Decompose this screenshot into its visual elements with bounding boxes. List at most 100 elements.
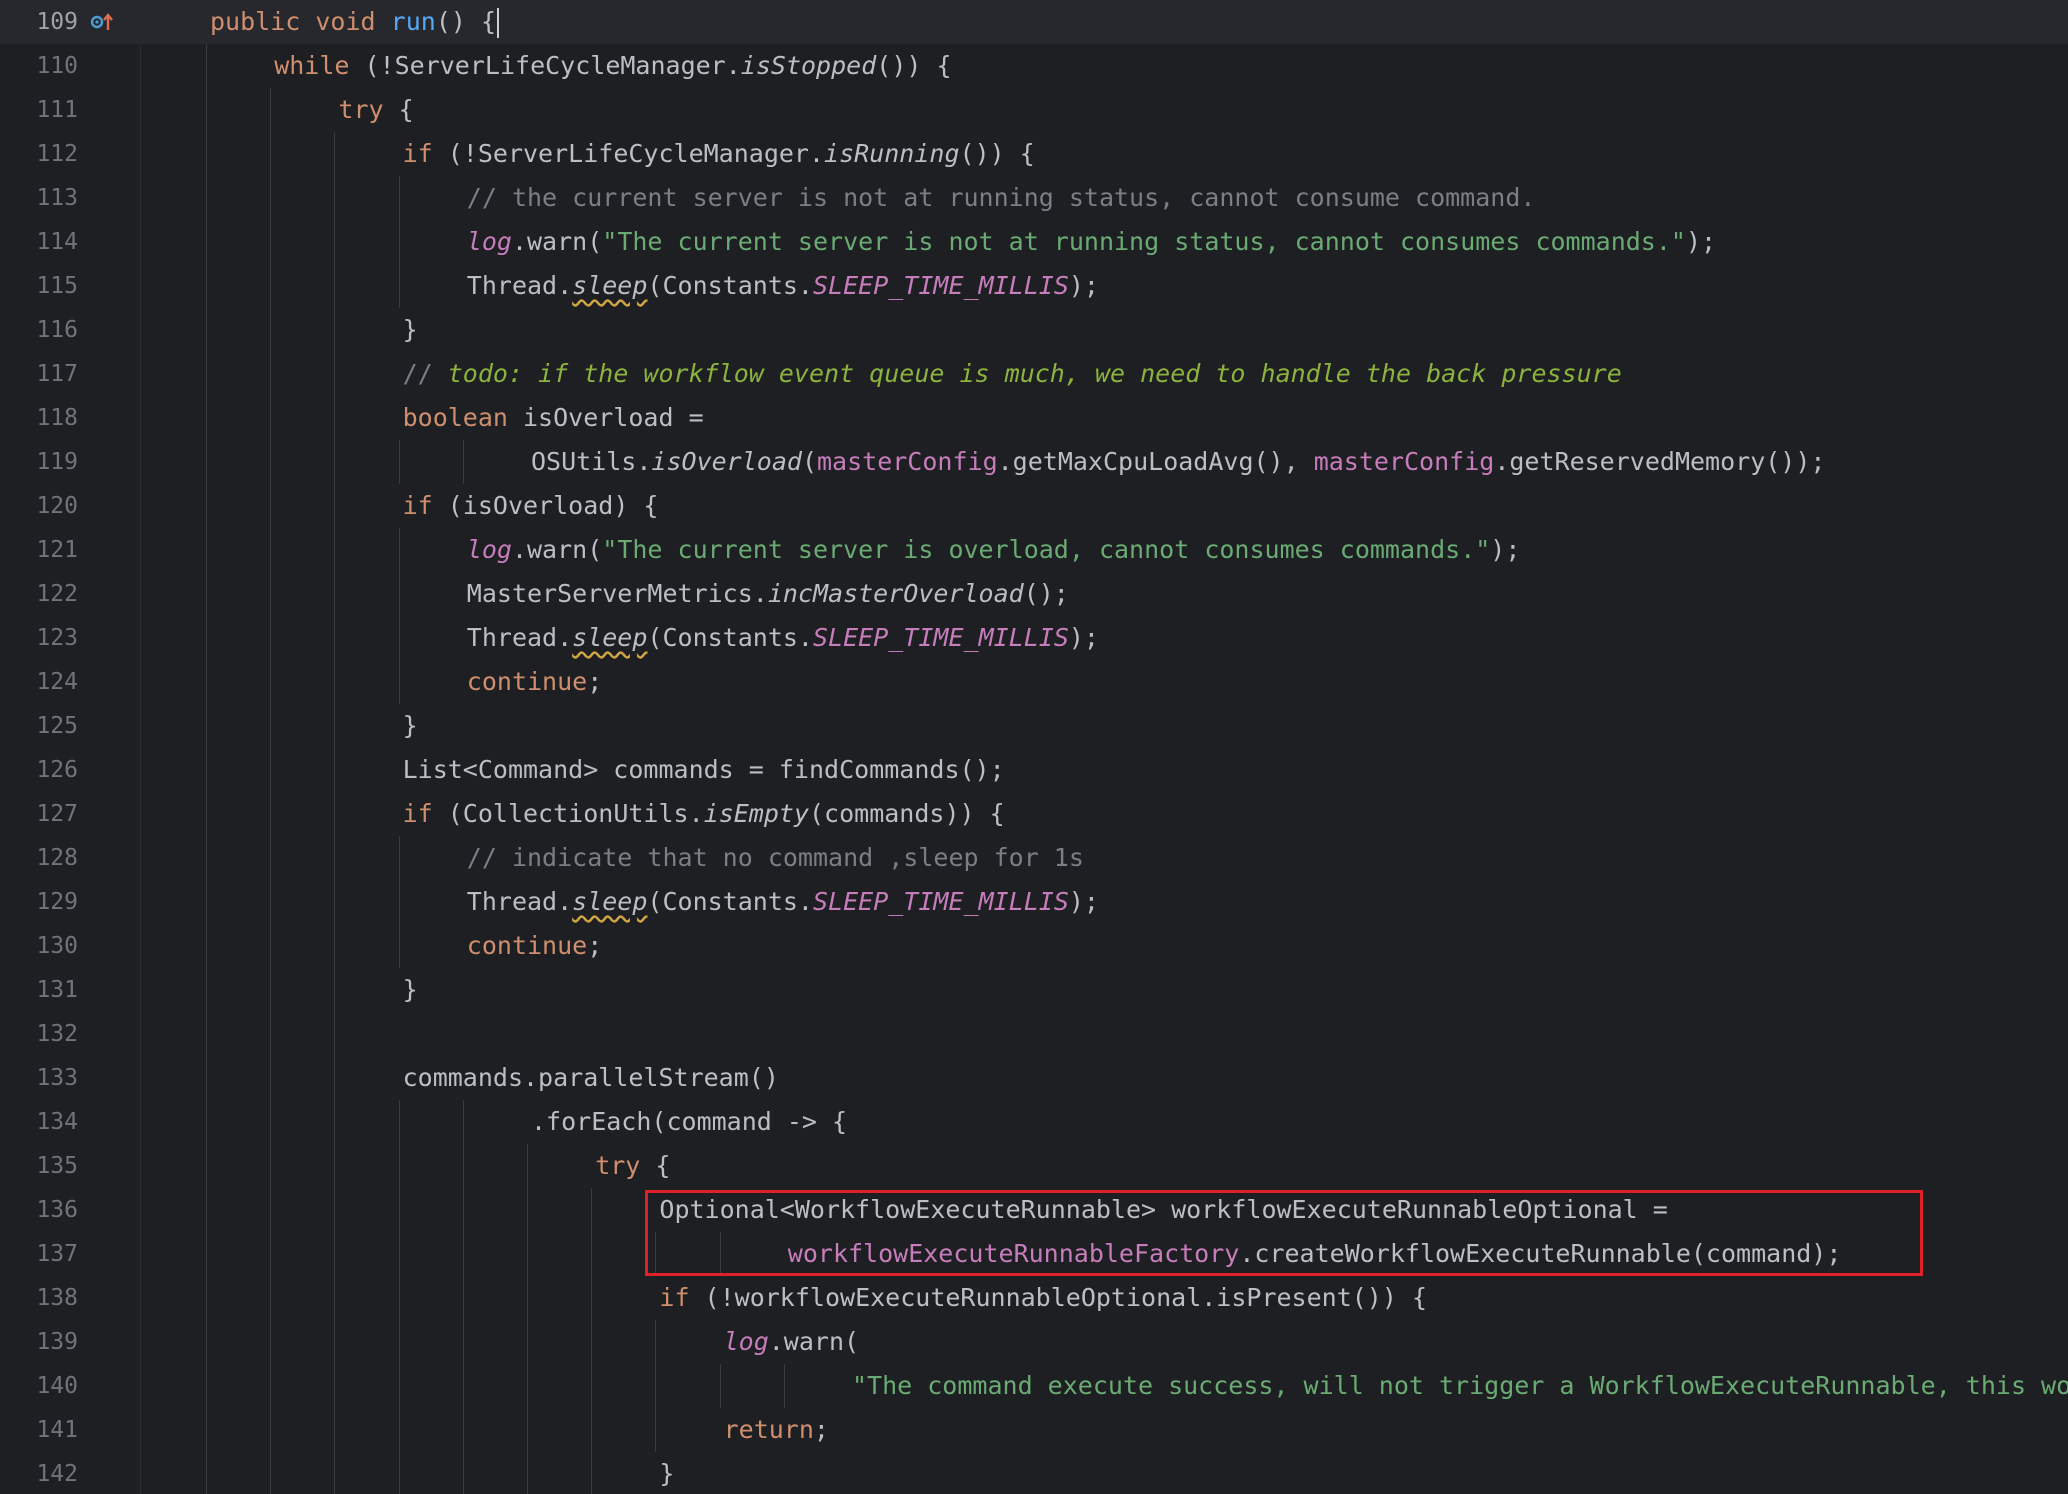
code-text[interactable]: "The command execute success, will not t… [852, 1364, 2068, 1408]
code-text[interactable]: continue; [467, 660, 602, 704]
code-text[interactable]: } [403, 308, 418, 352]
code-line[interactable]: 138 if (!workflowExecuteRunnableOptional.… [0, 1276, 2068, 1320]
code-line[interactable]: 114 log.warn("The current server is not a… [0, 220, 2068, 264]
code-line[interactable]: 115 Thread.sleep(Constants.SLEEP_TIME_MIL… [0, 264, 2068, 308]
code-line[interactable]: 133 commands.parallelStream() [0, 1056, 2068, 1100]
code-text[interactable]: .forEach(command -> { [531, 1100, 847, 1144]
line-number[interactable]: 114 [0, 220, 78, 264]
code-text[interactable]: return; [724, 1408, 829, 1452]
code-line[interactable]: 120 if (isOverload) { [0, 484, 2068, 528]
code-line[interactable]: 118 boolean isOverload = [0, 396, 2068, 440]
line-number[interactable]: 113 [0, 176, 78, 220]
line-number[interactable]: 128 [0, 836, 78, 880]
line-number[interactable]: 136 [0, 1188, 78, 1232]
code-text[interactable]: Thread.sleep(Constants.SLEEP_TIME_MILLIS… [467, 880, 1099, 924]
code-text[interactable]: OSUtils.isOverload(masterConfig.getMaxCp… [531, 440, 1825, 484]
code-line[interactable]: 140 "The command execute success, will no… [0, 1364, 2068, 1408]
code-editor[interactable]: 109 public void run() { 110 while (!ServerL… [0, 0, 2068, 1494]
code-line[interactable]: 132 [0, 1012, 2068, 1056]
code-line[interactable]: 139 log.warn( [0, 1320, 2068, 1364]
code-line[interactable]: 136 Optional<WorkflowExecuteRunnable> wor… [0, 1188, 2068, 1232]
line-number[interactable]: 118 [0, 396, 78, 440]
code-text[interactable]: } [403, 704, 418, 748]
override-method-icon[interactable] [89, 10, 115, 34]
line-number[interactable]: 129 [0, 880, 78, 924]
line-number[interactable]: 126 [0, 748, 78, 792]
line-number[interactable]: 137 [0, 1232, 78, 1276]
code-text[interactable]: MasterServerMetrics.incMasterOverload(); [467, 572, 1069, 616]
code-text[interactable]: log.warn( [724, 1320, 859, 1364]
line-number[interactable]: 142 [0, 1452, 78, 1494]
code-text[interactable]: if (isOverload) { [403, 484, 659, 528]
code-line[interactable]: 125} [0, 704, 2068, 748]
line-number[interactable]: 115 [0, 264, 78, 308]
line-number[interactable]: 124 [0, 660, 78, 704]
code-text[interactable]: continue; [467, 924, 602, 968]
line-number[interactable]: 127 [0, 792, 78, 836]
line-number[interactable]: 120 [0, 484, 78, 528]
code-text[interactable]: commands.parallelStream() [403, 1056, 779, 1100]
line-number[interactable]: 125 [0, 704, 78, 748]
code-text[interactable]: // todo: if the workflow event queue is … [403, 352, 1622, 396]
line-number[interactable]: 122 [0, 572, 78, 616]
code-line[interactable]: 141 return; [0, 1408, 2068, 1452]
code-text[interactable]: Thread.sleep(Constants.SLEEP_TIME_MILLIS… [467, 616, 1099, 660]
code-line[interactable]: 113 // the current server is not at runni… [0, 176, 2068, 220]
line-number[interactable]: 117 [0, 352, 78, 396]
line-number[interactable]: 140 [0, 1364, 78, 1408]
line-number[interactable]: 123 [0, 616, 78, 660]
line-number[interactable]: 134 [0, 1100, 78, 1144]
line-number[interactable]: 141 [0, 1408, 78, 1452]
code-text[interactable]: if (CollectionUtils.isEmpty(commands)) { [403, 792, 1005, 836]
code-text[interactable]: public void run() { [210, 0, 500, 44]
code-line[interactable]: 131} [0, 968, 2068, 1012]
code-text[interactable]: try { [595, 1144, 670, 1188]
code-text[interactable]: // the current server is not at running … [467, 176, 1536, 220]
line-number[interactable]: 133 [0, 1056, 78, 1100]
line-number[interactable]: 109 [0, 0, 78, 44]
code-text[interactable]: while (!ServerLifeCycleManager.isStopped… [274, 44, 951, 88]
code-text[interactable]: // indicate that no command ,sleep for 1… [467, 836, 1084, 880]
code-line[interactable]: 110 while (!ServerLifeCycleManager.isStop… [0, 44, 2068, 88]
code-line[interactable]: 112 if (!ServerLifeCycleManager.isRunning… [0, 132, 2068, 176]
code-line[interactable]: 142} [0, 1452, 2068, 1494]
code-line[interactable]: 129 Thread.sleep(Constants.SLEEP_TIME_MIL… [0, 880, 2068, 924]
line-number[interactable]: 119 [0, 440, 78, 484]
code-line[interactable]: 116} [0, 308, 2068, 352]
line-number[interactable]: 138 [0, 1276, 78, 1320]
code-text[interactable]: log.warn("The current server is not at r… [467, 220, 1716, 264]
code-text[interactable]: } [659, 1452, 674, 1494]
code-text[interactable]: } [403, 968, 418, 1012]
code-line[interactable]: 123 Thread.sleep(Constants.SLEEP_TIME_MIL… [0, 616, 2068, 660]
code-line[interactable]: 130 continue; [0, 924, 2068, 968]
code-line[interactable]: 124 continue; [0, 660, 2068, 704]
line-number[interactable]: 130 [0, 924, 78, 968]
code-line[interactable]: 121 log.warn("The current server is overl… [0, 528, 2068, 572]
line-number[interactable]: 116 [0, 308, 78, 352]
code-text[interactable]: Optional<WorkflowExecuteRunnable> workfl… [659, 1188, 1667, 1232]
code-text[interactable]: workflowExecuteRunnableFactory.createWor… [788, 1232, 1842, 1276]
code-line[interactable]: 127 if (CollectionUtils.isEmpty(commands)… [0, 792, 2068, 836]
code-line[interactable]: 126 List<Command> commands = findCommands… [0, 748, 2068, 792]
line-number[interactable]: 111 [0, 88, 78, 132]
code-line[interactable]: 117 // todo: if the workflow event queue … [0, 352, 2068, 396]
code-text[interactable]: try { [338, 88, 413, 132]
line-number[interactable]: 110 [0, 44, 78, 88]
code-text[interactable]: Thread.sleep(Constants.SLEEP_TIME_MILLIS… [467, 264, 1099, 308]
line-number[interactable]: 139 [0, 1320, 78, 1364]
line-number[interactable]: 112 [0, 132, 78, 176]
line-number[interactable]: 131 [0, 968, 78, 1012]
code-line[interactable]: 122 MasterServerMetrics.incMasterOverload… [0, 572, 2068, 616]
line-number[interactable]: 121 [0, 528, 78, 572]
code-line[interactable]: 119 OSUtils.isOverload(masterConfig.getMa… [0, 440, 2068, 484]
code-text[interactable]: boolean isOverload = [403, 396, 704, 440]
code-text[interactable]: log.warn("The current server is overload… [467, 528, 1521, 572]
code-line[interactable]: 135 try { [0, 1144, 2068, 1188]
line-number[interactable]: 135 [0, 1144, 78, 1188]
code-line[interactable]: 134 .forEach(command -> { [0, 1100, 2068, 1144]
code-text[interactable]: if (!workflowExecuteRunnableOptional.isP… [659, 1276, 1427, 1320]
line-number[interactable]: 132 [0, 1012, 78, 1056]
code-line[interactable]: 137 workflowExecuteRunnableFactory.create… [0, 1232, 2068, 1276]
code-line[interactable]: 111 try { [0, 88, 2068, 132]
code-line[interactable]: 109 public void run() { [0, 0, 2068, 44]
